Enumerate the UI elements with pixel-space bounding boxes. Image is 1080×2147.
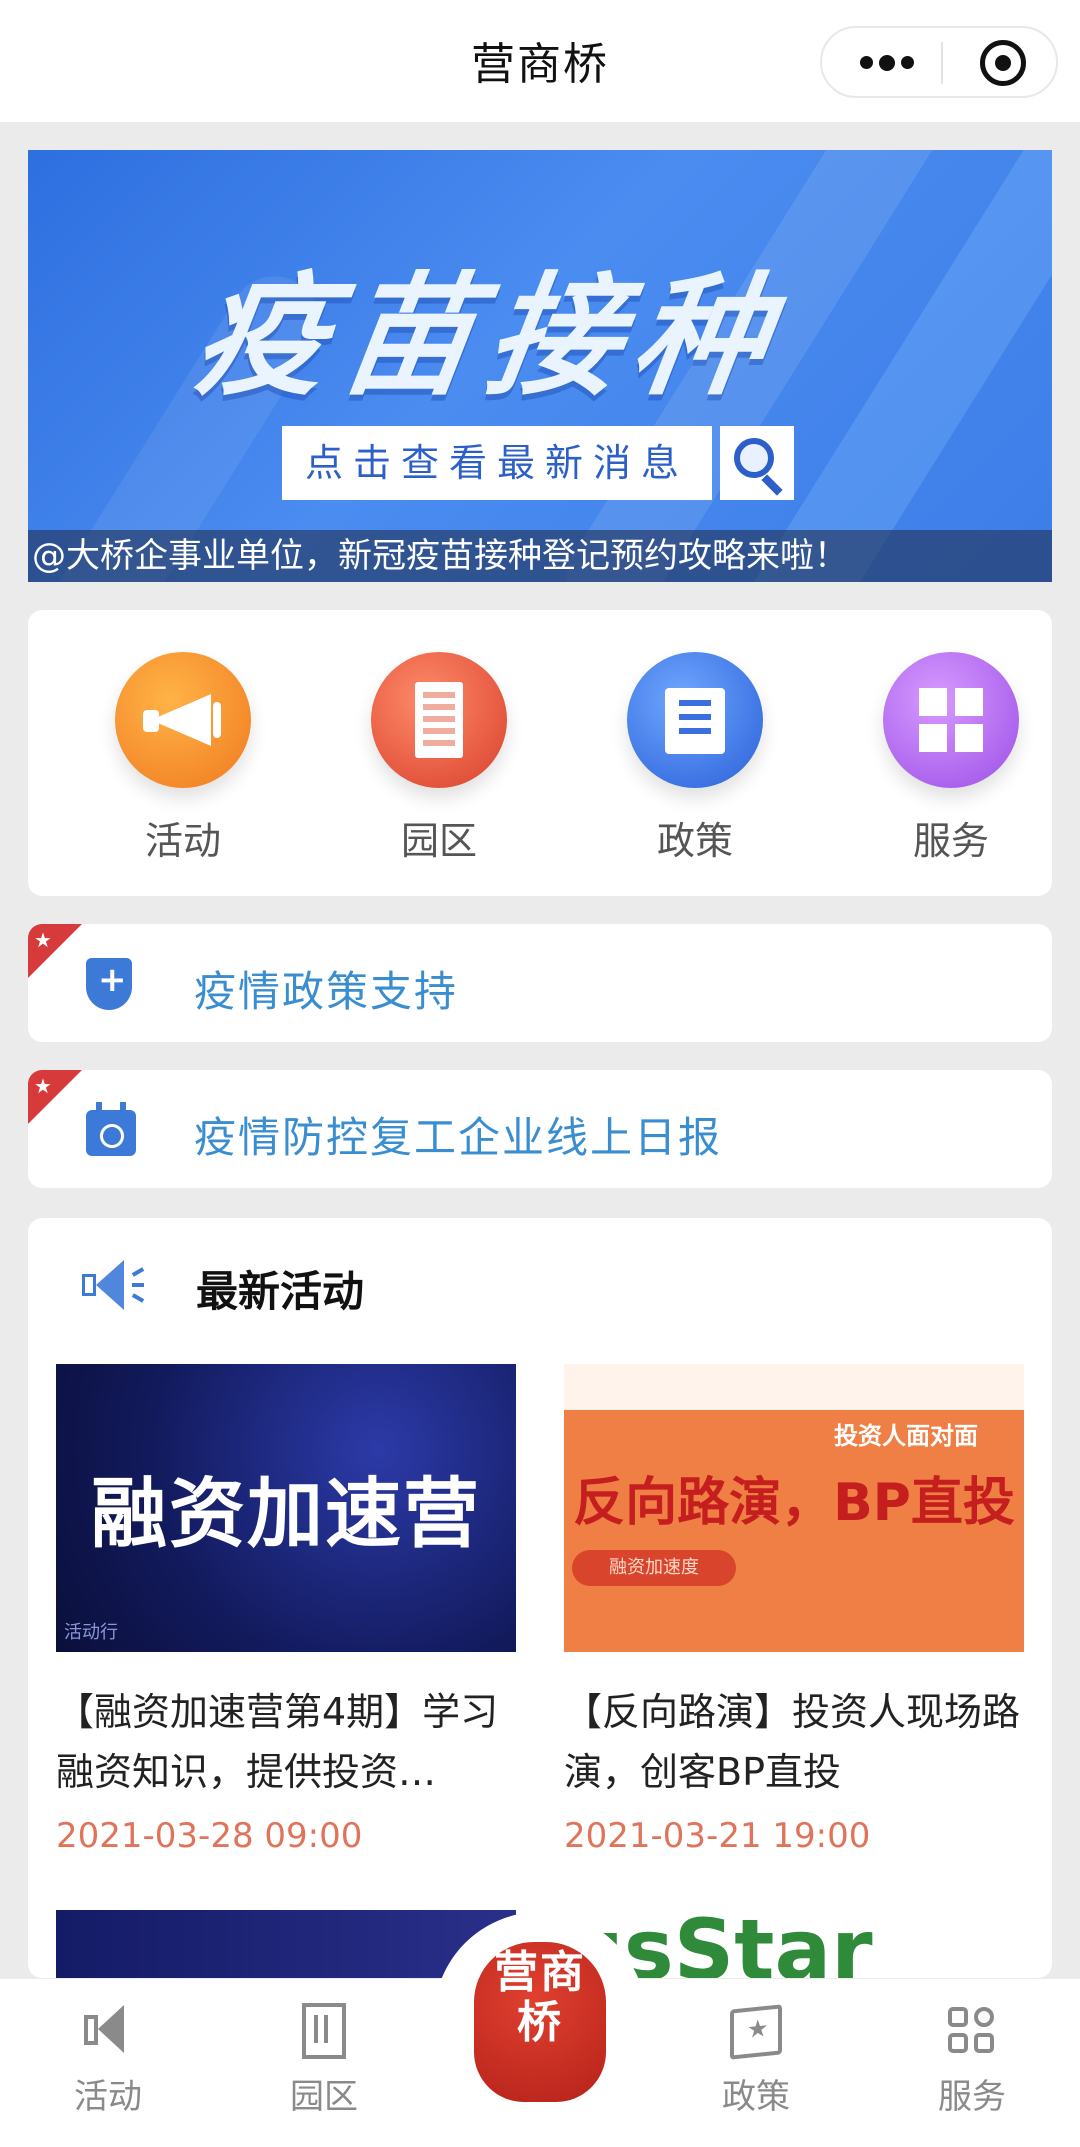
search-handle bbox=[761, 474, 783, 496]
calendar-icon bbox=[86, 1102, 136, 1156]
speaker-icon bbox=[82, 1260, 152, 1310]
tab-activity[interactable]: 活动 bbox=[38, 2001, 178, 2118]
latest-activities-section: 最新活动 融资加速营 活动行 【融资加速营第4期】学习融资知识，提供投资… 20… bbox=[28, 1218, 1052, 1978]
thumbnail-text: 反向路演，BP直投 bbox=[573, 1473, 1015, 1533]
thumbnail-tag: 活动行 bbox=[64, 1622, 118, 1643]
thumbnail-pill: 融资加速度 bbox=[572, 1550, 736, 1586]
vaccine-banner[interactable]: 疫苗接种 点击查看最新消息 @大桥企事业单位，新冠疫苗接种登记预约攻略来啦！ bbox=[28, 150, 1052, 582]
more-options-button[interactable] bbox=[860, 52, 920, 72]
title-bar: 营商桥 bbox=[0, 0, 1080, 122]
activity-title: 【反向路演】投资人现场路演，创客BP直投 bbox=[564, 1690, 1021, 1794]
activity-date: 2021-03-28 09:00 bbox=[56, 1816, 363, 1856]
link-label: 疫情防控复工企业线上日报 bbox=[194, 1113, 723, 1162]
megaphone-icon bbox=[115, 652, 251, 788]
activity-date: 2021-03-21 19:00 bbox=[564, 1816, 871, 1856]
tab-policy[interactable]: 政策 bbox=[686, 2001, 826, 2118]
seal-logo: 营商桥 bbox=[474, 1942, 606, 2102]
quick-menu-policy[interactable]: 政策 bbox=[610, 652, 780, 865]
shield-plus-icon bbox=[86, 958, 136, 1010]
activity-thumbnail: 投资人面对面 反向路演，BP直投 融资加速度 bbox=[564, 1364, 1024, 1652]
thumbnail-corner-text: 投资人面对面 bbox=[834, 1422, 978, 1450]
link-label: 疫情政策支持 bbox=[194, 967, 459, 1016]
section-title: 最新活动 bbox=[196, 1267, 365, 1316]
quick-menu-label: 活动 bbox=[144, 819, 221, 863]
tab-label: 活动 bbox=[74, 2077, 142, 2117]
quick-menu-service[interactable]: 服务 bbox=[866, 652, 1036, 865]
tab-label: 政策 bbox=[722, 2077, 790, 2117]
activity-card[interactable]: 融资加速营 活动行 【融资加速营第4期】学习融资知识，提供投资… 2021-03… bbox=[56, 1364, 516, 1856]
building-icon bbox=[371, 652, 507, 788]
search-icon[interactable] bbox=[720, 426, 794, 500]
quick-menu: 活动 园区 政策 服务 bbox=[28, 610, 1052, 896]
building-icon bbox=[294, 2001, 354, 2061]
activity-card[interactable]: 投资人面对面 反向路演，BP直投 融资加速度 【反向路演】投资人现场路演，创客B… bbox=[564, 1364, 1024, 1856]
link-daily-report[interactable]: ★ 疫情防控复工企业线上日报 bbox=[28, 1070, 1052, 1188]
banner-search-box[interactable]: 点击查看最新消息 bbox=[282, 426, 712, 500]
star-icon: ★ bbox=[34, 928, 52, 952]
dot-icon bbox=[901, 56, 914, 69]
banner-headline: 疫苗接种 bbox=[185, 260, 792, 414]
dot-icon bbox=[879, 54, 895, 71]
thumbnail-text: 融资加速营 bbox=[91, 1469, 481, 1558]
quick-menu-park[interactable]: 园区 bbox=[354, 652, 524, 865]
grid-icon bbox=[883, 652, 1019, 788]
dot-icon bbox=[860, 56, 873, 69]
tab-label: 园区 bbox=[290, 2077, 358, 2117]
close-miniprogram-button[interactable] bbox=[980, 40, 1026, 86]
capsule-divider bbox=[941, 42, 943, 84]
search-lens bbox=[734, 438, 774, 478]
quick-menu-label: 服务 bbox=[912, 819, 989, 863]
featured-corner-badge: ★ bbox=[28, 924, 82, 978]
document-icon bbox=[627, 652, 763, 788]
activity-title: 【融资加速营第4期】学习融资知识，提供投资… bbox=[56, 1690, 499, 1794]
star-icon: ★ bbox=[34, 1074, 52, 1098]
policy-book-icon bbox=[726, 2001, 786, 2061]
home-seal-button[interactable]: 营商桥 bbox=[434, 1912, 646, 2124]
featured-corner-badge: ★ bbox=[28, 1070, 82, 1124]
apps-grid-icon bbox=[942, 2001, 1002, 2061]
megaphone-icon bbox=[78, 2001, 138, 2061]
quick-menu-label: 园区 bbox=[400, 819, 477, 863]
tab-label: 服务 bbox=[938, 2077, 1006, 2117]
link-epidemic-policy[interactable]: ★ 疫情政策支持 bbox=[28, 924, 1052, 1042]
activity-thumbnail: 融资加速营 活动行 bbox=[56, 1364, 516, 1652]
thumbnail-logo-strip bbox=[564, 1364, 1024, 1410]
tab-service[interactable]: 服务 bbox=[902, 2001, 1042, 2118]
quick-menu-activity[interactable]: 活动 bbox=[98, 652, 268, 865]
capsule-menu bbox=[820, 26, 1058, 98]
quick-menu-label: 政策 bbox=[656, 819, 733, 863]
tab-park[interactable]: 园区 bbox=[254, 2001, 394, 2118]
banner-caption: @大桥企事业单位，新冠疫苗接种登记预约攻略来啦！ bbox=[28, 530, 1052, 582]
